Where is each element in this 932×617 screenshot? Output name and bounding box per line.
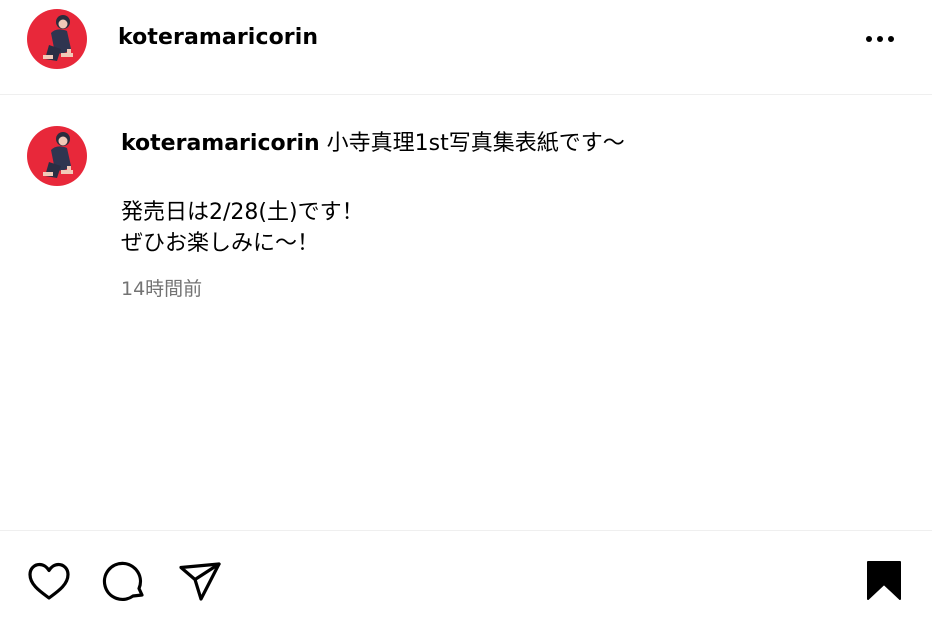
post-header: koteramaricorin [0,0,932,95]
comment-button[interactable] [102,559,148,605]
caption-line: ぜひお楽しみに〜！ [121,231,320,256]
more-horizontal-icon [866,36,894,42]
caption-text: koteramaricorin 小寺真理1st写真集表紙です〜 発売日は2/28… [121,128,901,259]
action-bar [0,530,932,617]
comment-outline-icon [102,561,144,601]
post-page: koteramaricorin koteramaricorin 小寺真理1st写… [0,0,932,617]
share-button[interactable] [177,559,223,605]
bookmark-filled-icon [867,561,901,600]
caption-username[interactable]: koteramaricorin [121,131,320,156]
caption-first-line: koteramaricorin 小寺真理1st写真集表紙です〜 [121,128,901,159]
like-button[interactable] [26,559,72,605]
caption-first-line-text: 小寺真理1st写真集表紙です〜 [326,131,625,156]
heart-outline-icon [28,562,70,600]
more-options-button[interactable] [860,24,900,54]
caption-line: 発売日は2/28(土)です！ [121,200,364,225]
header-username[interactable]: koteramaricorin [118,22,318,54]
caption-avatar[interactable] [27,126,87,186]
profile-photo-icon [27,126,87,186]
profile-photo-icon [27,9,87,69]
avatar[interactable] [27,9,87,69]
post-timestamp[interactable]: 14時間前 [121,276,202,302]
save-button[interactable] [862,559,908,605]
paper-plane-icon [179,562,221,601]
